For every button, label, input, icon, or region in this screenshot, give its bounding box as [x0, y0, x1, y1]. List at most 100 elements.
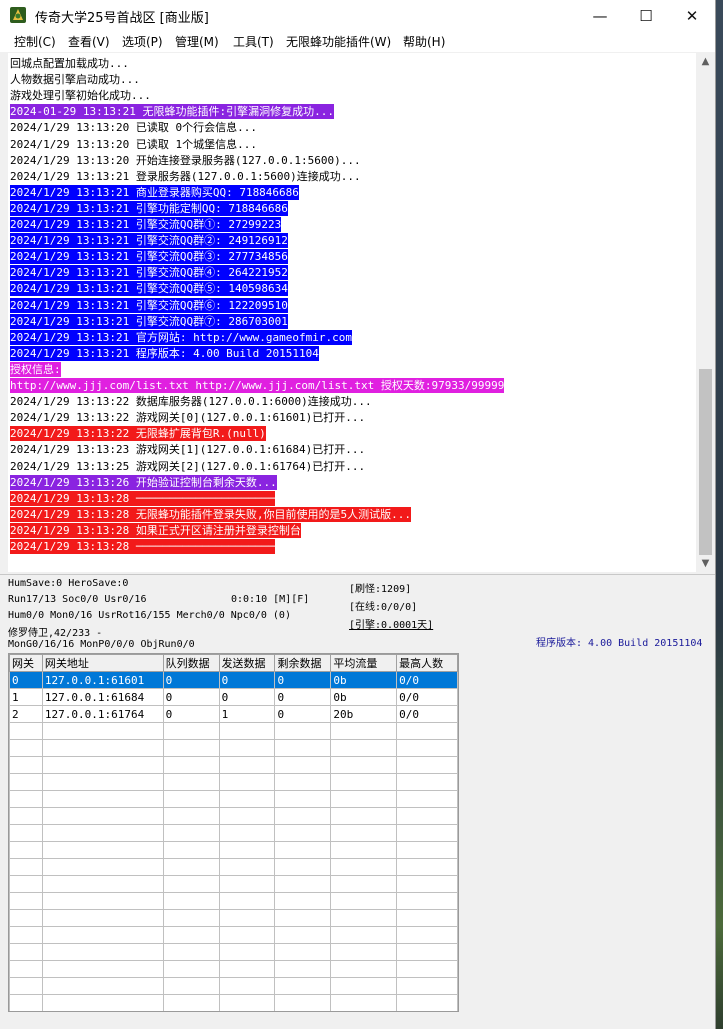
empty-cell: [274, 994, 332, 1011]
empty-cell: [274, 824, 332, 842]
chevron-up-icon[interactable]: ▲: [697, 53, 714, 70]
empty-cell: [396, 756, 458, 774]
empty-cell: [330, 994, 398, 1011]
empty-cell: [9, 858, 43, 876]
empty-cell: [274, 892, 332, 910]
empty-row: [9, 824, 458, 842]
log-line: 2024/1/29 13:13:21 引擎交流QQ群⑦: 286703001: [10, 313, 288, 329]
empty-cell: [41, 739, 164, 757]
column-header[interactable]: 网关: [9, 654, 43, 672]
close-button[interactable]: ✕: [669, 0, 715, 31]
log-line: 授权信息:: [10, 361, 61, 377]
table-row[interactable]: 1 127.0.0.1:61684 0 0 0 0b 0/0: [9, 688, 458, 706]
menu-bar: 控制(C) 查看(V) 选项(P) 管理(M) 工具(T) 无限蜂功能插件(W)…: [0, 31, 715, 52]
log-panel[interactable]: 回城点配置加载成功... 人物数据引擎启动成功... 游戏处理引擎初始化成功... 2…: [8, 53, 696, 572]
empty-row: [9, 926, 458, 944]
empty-cell: [41, 943, 164, 961]
table-cell: 127.0.0.1:61601: [41, 671, 164, 689]
online-status: [在线:0/0/0]: [349, 602, 418, 613]
empty-cell: [274, 858, 332, 876]
empty-cell: [218, 909, 276, 927]
empty-cell: [162, 773, 220, 791]
table-cell: 127.0.0.1:61684: [41, 688, 164, 706]
menu-plugin[interactable]: 无限蜂功能插件(W): [286, 33, 391, 50]
empty-cell: [162, 790, 220, 808]
status-panel: HumSave:0 HeroSave:0 Run17/13 Soc0/0 Usr…: [0, 574, 715, 653]
empty-cell: [218, 943, 276, 961]
empty-cell: [274, 926, 332, 944]
gateway-table[interactable]: 网关 网关地址 队列数据 发送数据 剩余数据 平均流量 最高人数 0 127.0.0.1:61…: [8, 653, 459, 1012]
table-cell: 0: [162, 705, 220, 723]
menu-tools[interactable]: 工具(T): [233, 33, 274, 50]
scrollbar-thumb[interactable]: [699, 369, 712, 555]
empty-cell: [9, 892, 43, 910]
empty-cell: [162, 858, 220, 876]
menu-control[interactable]: 控制(C): [14, 33, 56, 50]
empty-cell: [41, 909, 164, 927]
empty-cell: [396, 943, 458, 961]
column-header[interactable]: 最高人数: [396, 654, 458, 672]
empty-cell: [274, 960, 332, 978]
engine-days-link[interactable]: [引擎:0.0001天]: [349, 616, 433, 631]
empty-cell: [218, 841, 276, 859]
table-cell: 127.0.0.1:61764: [41, 705, 164, 723]
empty-cell: [9, 943, 43, 961]
server-window: 传奇大学25号首战区 [商业版] — ☐ ✕ 控制(C) 查看(V) 选项(P)…: [0, 0, 716, 1029]
column-header[interactable]: 发送数据: [218, 654, 276, 672]
table-cell: 0: [218, 671, 276, 689]
empty-cell: [218, 960, 276, 978]
log-line: 2024/1/29 13:13:21 商业登录器购买QQ: 718846686: [10, 184, 299, 200]
empty-cell: [41, 807, 164, 825]
empty-cell: [396, 722, 458, 740]
menu-view[interactable]: 查看(V): [68, 33, 110, 50]
column-header[interactable]: 平均流量: [330, 654, 398, 672]
maximize-button[interactable]: ☐: [623, 0, 669, 31]
empty-cell: [396, 858, 458, 876]
log-line: 2024/1/29 13:13:21 引擎交流QQ群③: 277734856: [10, 249, 288, 265]
empty-cell: [9, 926, 43, 944]
empty-cell: [330, 926, 398, 944]
table-cell: 0/0: [396, 705, 458, 723]
empty-cell: [218, 807, 276, 825]
empty-cell: [330, 773, 398, 791]
minimize-button[interactable]: —: [577, 0, 623, 31]
log-line: 2024/1/29 13:13:21 引擎交流QQ群⑥: 122209510: [10, 297, 288, 313]
bottom-bar: [0, 1012, 715, 1029]
column-header[interactable]: 网关地址: [41, 654, 164, 672]
empty-cell: [330, 756, 398, 774]
table-row[interactable]: 2 127.0.0.1:61764 0 1 0 20b 0/0: [9, 705, 458, 723]
empty-cell: [162, 875, 220, 893]
log-line: 2024/1/29 13:13:28 ─────────────────────: [10, 490, 275, 506]
empty-cell: [41, 977, 164, 995]
log-scrollbar[interactable]: ▲ ▼: [697, 53, 714, 572]
empty-cell: [9, 875, 43, 893]
empty-cell: [218, 824, 276, 842]
menu-manage[interactable]: 管理(M): [175, 33, 219, 50]
log-line: 2024/1/29 13:13:28 ─────────────────────: [10, 539, 275, 554]
menu-help[interactable]: 帮助(H): [403, 33, 445, 50]
empty-cell: [162, 739, 220, 757]
empty-cell: [330, 807, 398, 825]
title-bar[interactable]: 传奇大学25号首战区 [商业版] — ☐ ✕: [0, 0, 715, 31]
column-header[interactable]: 队列数据: [162, 654, 220, 672]
empty-row: [9, 977, 458, 995]
log-line: 2024/1/29 13:13:21 官方网站: http://www.game…: [10, 329, 353, 345]
table-cell: 0b: [330, 671, 398, 689]
empty-row: [9, 841, 458, 859]
empty-cell: [218, 858, 276, 876]
log-line: 2024/1/29 13:13:23 游戏网关[1](127.0.0.1:616…: [10, 443, 366, 457]
chevron-down-icon[interactable]: ▼: [697, 555, 714, 572]
menu-options[interactable]: 选项(P): [122, 33, 163, 50]
empty-cell: [162, 977, 220, 995]
empty-row: [9, 773, 458, 791]
empty-cell: [330, 841, 398, 859]
timer-status: 0:0:10 [M][F]: [231, 594, 310, 605]
log-line: 2024/1/29 13:13:20 已读取 1个城堡信息...: [10, 137, 257, 151]
log-line: 2024/1/29 13:13:26 开始验证控制台剩余天数...: [10, 474, 277, 490]
table-row[interactable]: 0 127.0.0.1:61601 0 0 0 0b 0/0: [9, 671, 458, 689]
empty-cell: [396, 926, 458, 944]
empty-row: [9, 960, 458, 978]
empty-cell: [218, 994, 276, 1011]
gateway-grid[interactable]: 网关 网关地址 队列数据 发送数据 剩余数据 平均流量 最高人数 0 127.0.0.1:61…: [9, 654, 458, 1011]
column-header[interactable]: 剩余数据: [274, 654, 332, 672]
